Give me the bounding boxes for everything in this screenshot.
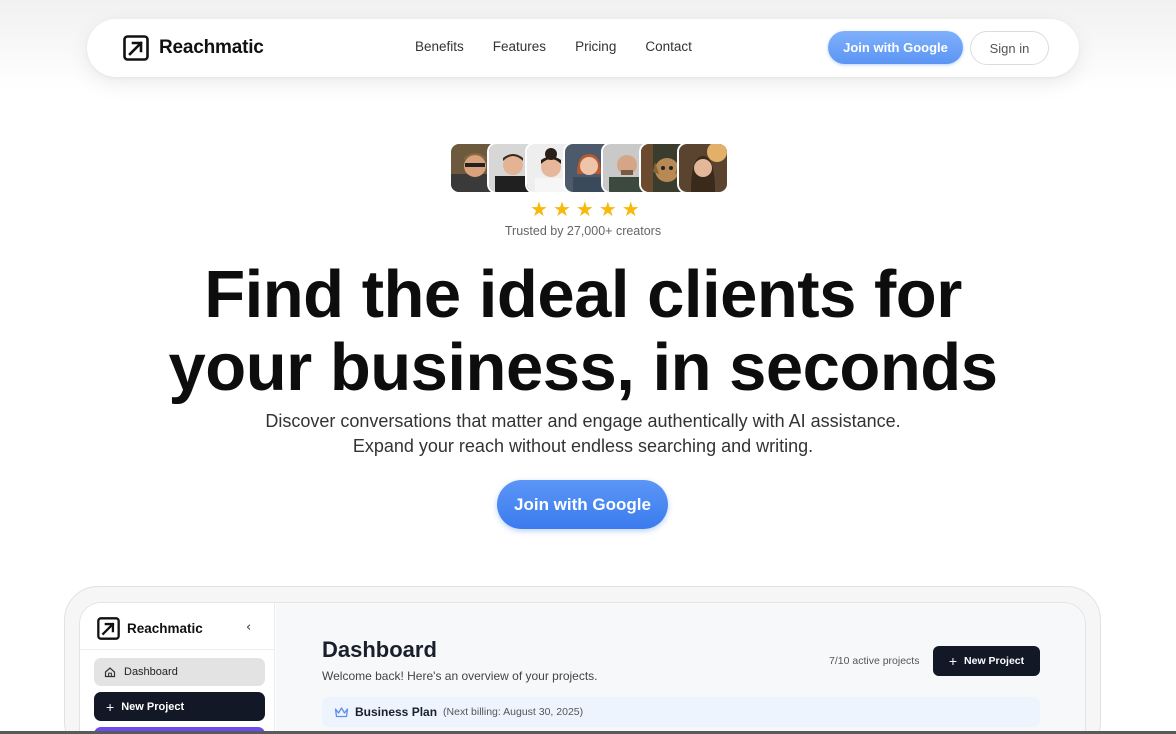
nav-link-benefits[interactable]: Benefits [415,39,464,54]
sidebar-item-new-project[interactable]: + New Project [94,692,265,721]
dashboard-subtitle: Welcome back! Here's an overview of your… [322,669,598,683]
home-icon [104,667,116,678]
trusted-text: Trusted by 27,000+ creators [504,224,662,238]
sidebar-divider [80,649,275,650]
star-icon: ★ [575,197,594,221]
plan-banner: Business Plan (Next billing: August 30, … [322,697,1040,727]
nav-link-features[interactable]: Features [493,39,546,54]
nav-join-google-button[interactable]: Join with Google [828,31,963,64]
hero-subtitle-line2: Expand your reach without endless search… [352,436,814,456]
sidebar-item-label: Dashboard [124,666,178,678]
sidebar-brand-name: Reachmatic [127,621,203,636]
navbar: Reachmatic Benefits Features Pricing Con… [87,19,1079,77]
sign-in-button[interactable]: Sign in [970,31,1049,65]
nav-link-pricing[interactable]: Pricing [575,39,616,54]
star-icon: ★ [598,197,617,221]
hero-title-line1: Find the ideal clients for [204,257,962,332]
hero-subtitle-line1: Discover conversations that matter and e… [265,411,901,431]
crown-icon [334,706,349,717]
arrow-box-icon [97,617,120,640]
dashboard-title: Dashboard [322,637,437,662]
plus-icon: + [948,653,958,669]
hero-title-line2: your business, in seconds [168,330,998,405]
star-icon: ★ [621,197,640,221]
dashboard-preview: Reachmatic ‹ Dashboard + New Project Das… [79,602,1086,734]
brand[interactable]: Reachmatic [123,35,264,61]
arrow-box-icon [123,35,149,61]
plan-name: Business Plan [355,705,438,719]
new-project-label: New Project [964,655,1025,667]
chevron-left-icon[interactable]: ‹ [246,620,251,635]
hero-subtitle: Discover conversations that matter and e… [0,409,1166,459]
rating-stars: ★ ★ ★ ★ ★ [530,199,640,219]
brand-name: Reachmatic [159,37,264,58]
plus-icon: + [106,698,115,715]
star-icon: ★ [530,197,548,221]
active-projects-count: 7/10 active projects [829,655,920,667]
creator-avatars [449,142,731,194]
avatar [677,142,729,194]
nav-links: Benefits Features Pricing Contact [415,39,692,54]
nav-link-contact[interactable]: Contact [645,39,692,54]
hero-title: Find the ideal clients for your business… [0,258,1166,404]
hero-join-google-button[interactable]: Join with Google [497,480,668,529]
preview-main: Dashboard Welcome back! Here's an overvi… [276,603,1085,734]
star-icon: ★ [552,197,571,221]
plan-billing: (Next billing: August 30, 2025) [443,706,584,718]
sidebar-item-label: New Project [121,700,185,713]
sidebar-item-dashboard[interactable]: Dashboard [94,658,265,686]
new-project-button[interactable]: + New Project [933,646,1040,676]
sidebar-brand[interactable]: Reachmatic [97,617,203,640]
preview-sidebar: Reachmatic ‹ Dashboard + New Project [80,603,275,734]
